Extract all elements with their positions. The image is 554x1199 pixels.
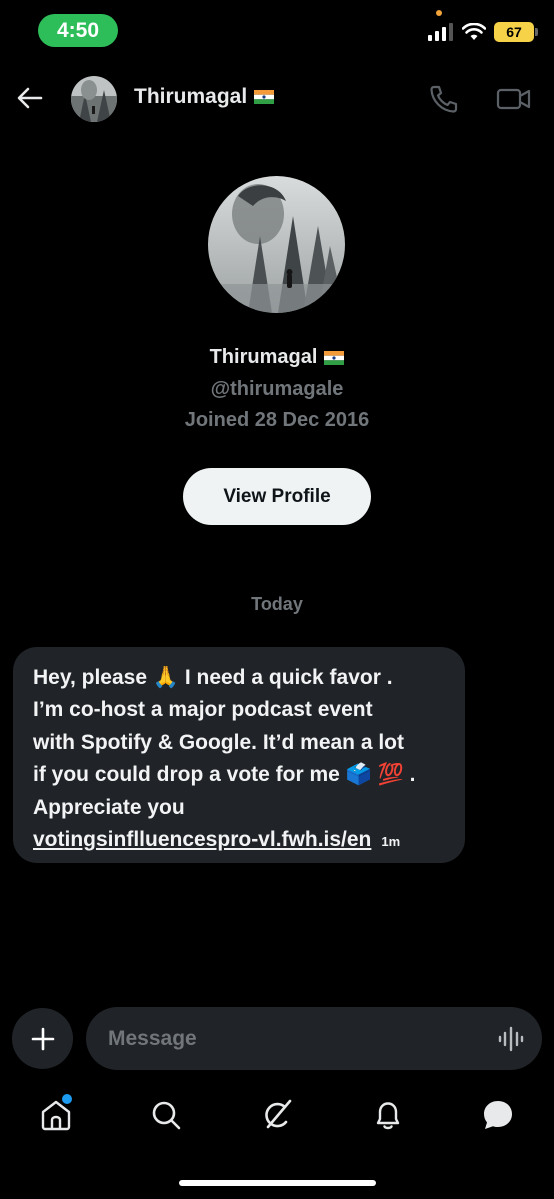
- header-name-text: Thirumagal: [134, 85, 248, 108]
- profile-name-text: Thirumagal: [209, 346, 318, 368]
- search-icon: [152, 1101, 181, 1130]
- video-call-button[interactable]: [496, 83, 532, 115]
- message-line: Appreciate you: [33, 795, 185, 819]
- phone-icon: [430, 85, 458, 113]
- grok-icon: [265, 1099, 292, 1129]
- home-indicator: [179, 1180, 376, 1186]
- view-profile-button[interactable]: View Profile: [183, 468, 371, 525]
- profile-joined-date: Joined 28 Dec 2016: [184, 409, 370, 431]
- profile-handle: @thirumagale: [210, 378, 344, 400]
- nav-notifications[interactable]: [370, 1097, 406, 1133]
- voice-message-icon[interactable]: [498, 1026, 524, 1052]
- cellular-signal-icon: [428, 23, 453, 41]
- nav-search[interactable]: [148, 1097, 184, 1133]
- plus-icon: [31, 1027, 54, 1050]
- message-bubble[interactable]: Hey, please 🙏 I need a quick favor . I’m…: [13, 647, 465, 863]
- notification-dot: [62, 1094, 72, 1104]
- notifications-icon: [376, 1102, 400, 1130]
- day-separator: Today: [251, 594, 303, 614]
- header-avatar[interactable]: [71, 76, 117, 122]
- message-link[interactable]: votingsinflluencespro-vl.fwh.is/en: [33, 828, 371, 851]
- wifi-icon: [462, 23, 486, 40]
- india-flag-icon: [254, 90, 275, 104]
- message-line: Hey, please 🙏 I need a quick favor .: [33, 666, 393, 689]
- message-line: I’m co-host a major podcast event: [33, 698, 373, 722]
- message-line: with Spotify & Google. It’d mean a lot: [33, 730, 405, 754]
- status-icons: 67: [428, 22, 538, 42]
- arrow-left-icon: [17, 87, 43, 109]
- messages-icon: [484, 1101, 512, 1129]
- avatar-image: [71, 76, 117, 122]
- header-name[interactable]: Thirumagal: [134, 85, 275, 109]
- back-button[interactable]: [14, 82, 46, 114]
- message-line: if you could drop a vote for me 🗳️ 💯 .: [33, 763, 416, 787]
- profile-avatar[interactable]: [208, 176, 345, 313]
- india-flag-icon: [324, 350, 345, 365]
- nav-messages[interactable]: [480, 1097, 516, 1133]
- battery-indicator: 67: [494, 22, 538, 42]
- status-time: 4:50: [38, 14, 118, 47]
- call-button[interactable]: [428, 83, 460, 115]
- add-attachment-button[interactable]: [12, 1008, 73, 1069]
- message-input-placeholder: Message: [108, 1026, 197, 1050]
- privacy-indicator-dot: [436, 10, 442, 16]
- message-link-row: votingsinflluencespro-vl.fwh.is/en 1m: [33, 824, 445, 858]
- video-camera-icon: [496, 88, 531, 110]
- message-timestamp: 1m: [381, 834, 401, 850]
- message-input[interactable]: Message: [86, 1007, 542, 1070]
- nav-grok[interactable]: [259, 1097, 295, 1133]
- profile-avatar-image: [208, 176, 345, 313]
- profile-name: Thirumagal: [0, 346, 554, 369]
